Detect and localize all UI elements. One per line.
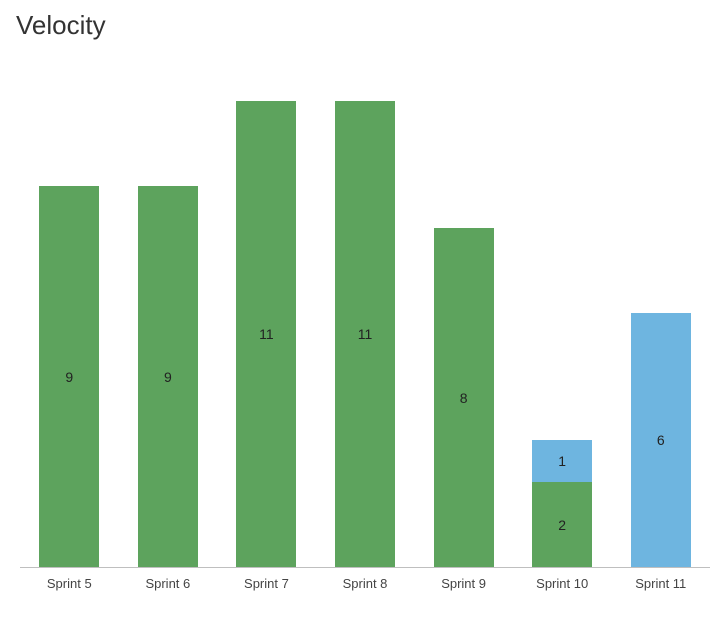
plot-area: 9911118216 (20, 60, 710, 568)
bar-slot: 6 (611, 60, 710, 567)
x-axis-label: Sprint 6 (119, 568, 218, 622)
x-axis-label: Sprint 5 (20, 568, 119, 622)
bar-slot: 11 (316, 60, 415, 567)
bar[interactable]: 21 (532, 440, 592, 567)
bar[interactable]: 6 (631, 313, 691, 567)
bar-segment: 2 (532, 482, 592, 567)
bar-slot: 9 (20, 60, 119, 567)
bar-slot: 8 (414, 60, 513, 567)
bar-segment: 9 (39, 186, 99, 567)
x-axis-label: Sprint 7 (217, 568, 316, 622)
velocity-chart: Velocity 9911118216 Sprint 5Sprint 6Spri… (0, 0, 720, 622)
bar[interactable]: 11 (335, 101, 395, 567)
bar-slot: 9 (119, 60, 218, 567)
bar[interactable]: 11 (236, 101, 296, 567)
bar[interactable]: 9 (39, 186, 99, 567)
bar-segment: 8 (434, 228, 494, 567)
bar-segment: 6 (631, 313, 691, 567)
x-axis-label: Sprint 11 (611, 568, 710, 622)
x-axis-label: Sprint 10 (513, 568, 612, 622)
x-axis-label: Sprint 9 (414, 568, 513, 622)
bar-slot: 21 (513, 60, 612, 567)
bar-segment: 9 (138, 186, 198, 567)
bar[interactable]: 9 (138, 186, 198, 567)
bar-slot: 11 (217, 60, 316, 567)
bars-row: 9911118216 (20, 60, 710, 567)
bar[interactable]: 8 (434, 228, 494, 567)
x-axis-label: Sprint 8 (316, 568, 415, 622)
bar-segment: 11 (236, 101, 296, 567)
x-axis-labels: Sprint 5Sprint 6Sprint 7Sprint 8Sprint 9… (20, 568, 710, 622)
bar-segment: 11 (335, 101, 395, 567)
chart-title: Velocity (16, 10, 106, 41)
bar-segment: 1 (532, 440, 592, 482)
